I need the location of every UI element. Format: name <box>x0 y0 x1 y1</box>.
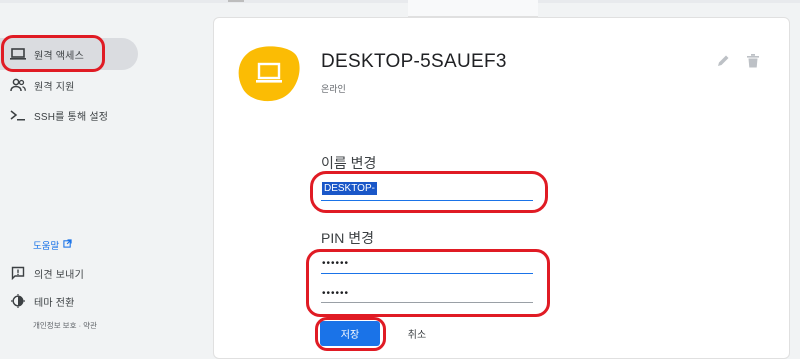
save-button[interactable]: 저장 <box>320 321 380 346</box>
pin-confirm-field[interactable] <box>321 280 533 303</box>
sidebar-item-label: SSH를 통해 설정 <box>34 111 109 123</box>
device-icon <box>238 46 300 102</box>
open-in-new-icon <box>63 239 72 251</box>
help-link[interactable]: 도움말 <box>33 238 72 252</box>
edit-icon[interactable] <box>716 54 732 70</box>
delete-icon[interactable] <box>747 54 763 70</box>
terminal-icon <box>8 105 28 125</box>
pin-confirm-input-value[interactable]: •••••• <box>322 288 349 299</box>
laptop-icon <box>8 44 28 64</box>
theme-icon <box>8 291 28 311</box>
sidebar-item-remote-access[interactable]: 원격 액세스 <box>0 38 138 70</box>
sidebar-item-label: 원격 지원 <box>34 81 75 93</box>
device-name: DESKTOP-5SAUEF3 <box>321 51 507 72</box>
top-panel-edge <box>408 0 538 17</box>
feedback-button[interactable]: 의견 보내기 <box>0 262 84 284</box>
sidebar-item-ssh-setup[interactable]: SSH를 통해 설정 <box>0 99 138 131</box>
pin-input-value[interactable]: •••••• <box>322 258 349 269</box>
theme-label: 테마 전환 <box>34 297 75 309</box>
sidebar: 원격 액세스 원격 지원 SSH를 통해 설정 도움말 의견 보내기 테마 전환… <box>0 0 210 347</box>
device-card: DESKTOP-5SAUEF3 온라인 이름 변경 DESKTOP- PIN 변… <box>213 17 790 359</box>
feedback-icon <box>8 263 28 283</box>
sidebar-item-remote-support[interactable]: 원격 지원 <box>0 69 138 101</box>
theme-toggle-button[interactable]: 테마 전환 <box>0 290 75 312</box>
pin-field[interactable] <box>321 251 533 274</box>
device-name-input-value[interactable]: DESKTOP- <box>322 182 377 195</box>
pin-label: PIN 변경 <box>321 230 374 246</box>
sidebar-item-label: 원격 액세스 <box>34 50 84 62</box>
cancel-button[interactable]: 취소 <box>400 321 434 346</box>
people-icon <box>8 75 28 95</box>
feedback-label: 의견 보내기 <box>34 269 84 281</box>
footer-links[interactable]: 개인정보 보호 · 약관 <box>33 320 97 331</box>
device-status: 온라인 <box>321 84 346 94</box>
help-label: 도움말 <box>33 241 60 252</box>
rename-label: 이름 변경 <box>321 155 377 171</box>
top-indicator <box>228 0 244 2</box>
